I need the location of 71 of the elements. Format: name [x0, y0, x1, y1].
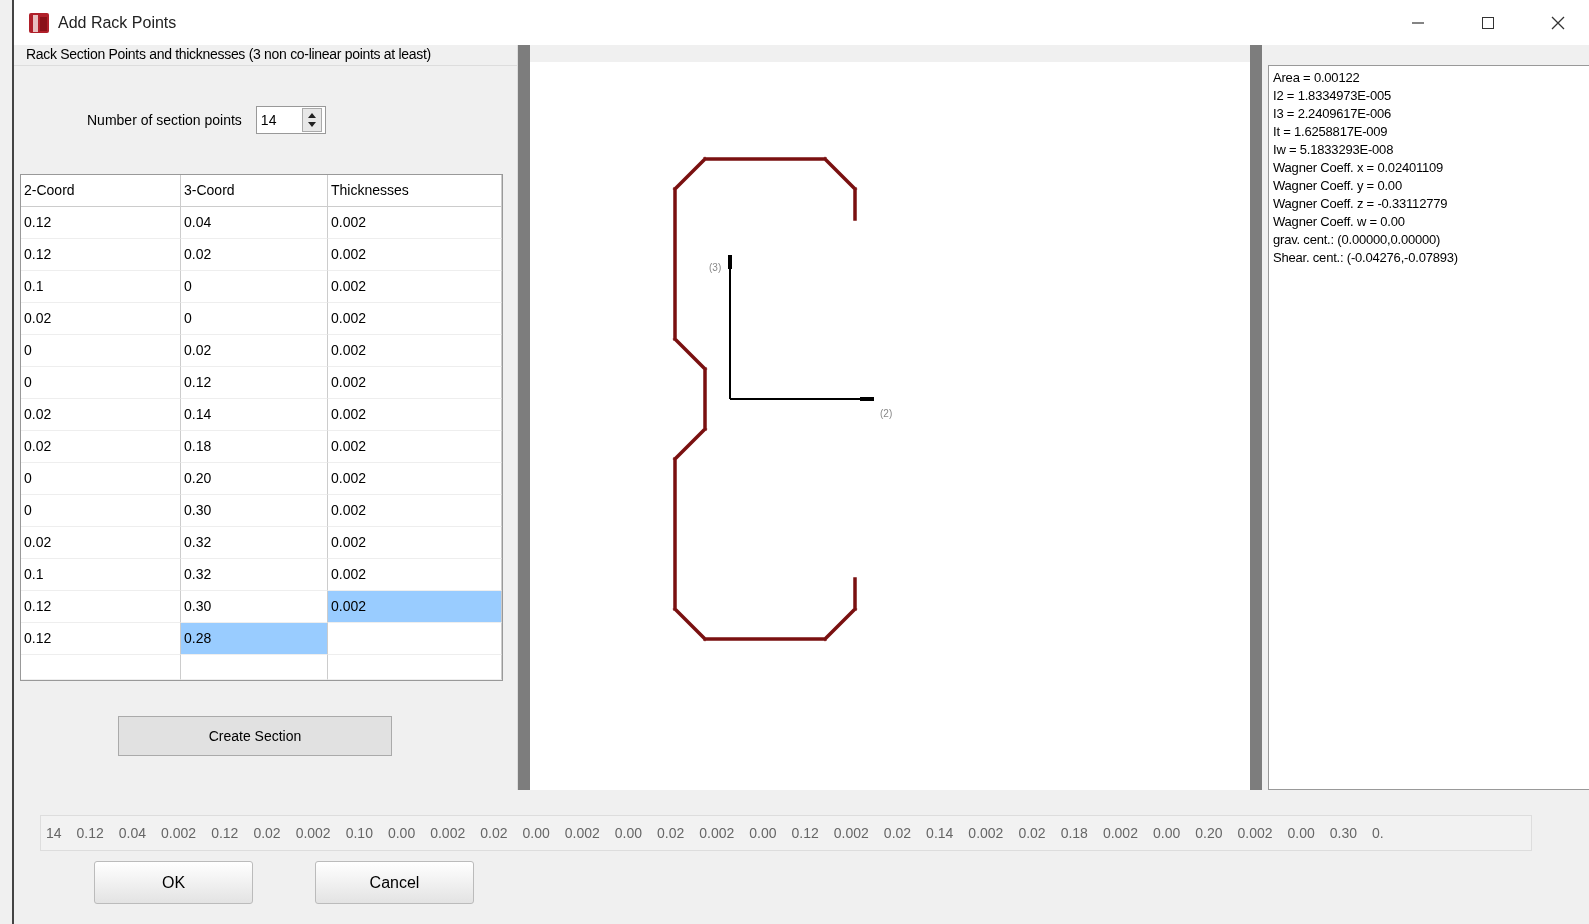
splitter-bar[interactable]: [1250, 45, 1262, 790]
property-line: I3 = 2.2409617E-006: [1273, 105, 1392, 123]
table-cell[interactable]: 0.002: [328, 591, 502, 623]
table-cell[interactable]: 0.1: [21, 559, 181, 591]
property-line: I2 = 1.8334973E-005: [1273, 87, 1392, 105]
table-cell[interactable]: 0.02: [21, 431, 181, 463]
table-cell[interactable]: 0.002: [328, 239, 502, 271]
create-section-button[interactable]: Create Section: [118, 715, 392, 756]
axis-label: (3): [709, 262, 722, 273]
table-cell[interactable]: 0.002: [328, 495, 502, 527]
spin-box[interactable]: 14: [255, 106, 326, 134]
property-line: Wagner Coeff. y = 0.00: [1273, 177, 1403, 195]
table-cell[interactable]: 0.002: [328, 335, 502, 367]
table-cell[interactable]: 0.002: [328, 207, 502, 239]
table-cell[interactable]: 0.002: [328, 399, 502, 431]
property-line: Iw = 5.1833293E-008: [1273, 141, 1395, 159]
splitter-bar[interactable]: [518, 45, 530, 790]
table-cell[interactable]: 0: [21, 495, 181, 527]
table-cell[interactable]: 0: [21, 367, 181, 399]
table-cell[interactable]: 0.32: [181, 559, 328, 591]
cancel-button[interactable]: Cancel: [315, 861, 474, 904]
table-cell[interactable]: 0.12: [21, 207, 181, 239]
empty-cell[interactable]: [21, 655, 181, 680]
axis-label: (2): [880, 408, 893, 419]
table-cell[interactable]: 0.02: [21, 303, 181, 335]
table-cell[interactable]: 0.30: [181, 495, 328, 527]
empty-cell[interactable]: [328, 655, 502, 680]
property-line: Wagner Coeff. w = 0.00: [1273, 213, 1406, 231]
table-cell[interactable]: 0.002: [328, 527, 502, 559]
table-cell[interactable]: 0.12: [21, 591, 181, 623]
table-cell[interactable]: 0.12: [21, 239, 181, 271]
table-cell[interactable]: 0.02: [21, 527, 181, 559]
table-cell[interactable]: 0: [21, 335, 181, 367]
table-cell[interactable]: 0.18: [181, 431, 328, 463]
table-cell[interactable]: 0.002: [328, 271, 502, 303]
table-cell[interactable]: 0.002: [328, 367, 502, 399]
property-line: Wagner Coeff. x = 0.02401109: [1273, 159, 1445, 177]
empty-cell[interactable]: [181, 655, 328, 680]
table-cell[interactable]: 0.02: [21, 399, 181, 431]
field-label: Number of section points: [87, 112, 242, 128]
property-line: grav. cent.: (0.00000,0.00000): [1273, 231, 1442, 249]
group-title: Rack Section Points and thicknesses (3 non co-linear points at least): [14, 45, 517, 66]
table-cell[interactable]: 0.02: [181, 335, 328, 367]
table-cell[interactable]: 0.002: [328, 303, 502, 335]
table-cell[interactable]: 0.002: [328, 463, 502, 495]
data-string-field[interactable]: 14 0.12 0.04 0.002 0.12 0.02 0.002 0.10 0.00 0.002 0.02 0.00 0.002 0.00 0.02 0.002 0.00 0.12 0.002 0.02 0.14 0.002 0.02 0.18 0.002 0.00 0.20 0.002 0.00 0.30 0.: [40, 815, 1532, 851]
table-cell[interactable]: 0.04: [181, 207, 328, 239]
table-cell[interactable]: 0.02: [181, 239, 328, 271]
column-header[interactable]: Thicknesses: [328, 175, 502, 207]
maximize-icon: [1481, 15, 1495, 30]
ok-button[interactable]: OK: [94, 861, 253, 904]
property-line: Wagner Coeff. z = -0.33112779: [1273, 195, 1449, 213]
table-cell[interactable]: 0.002: [328, 431, 502, 463]
table-cell[interactable]: 0: [181, 271, 328, 303]
table-cell[interactable]: 0.32: [181, 527, 328, 559]
table-cell[interactable]: 0.1: [21, 271, 181, 303]
property-line: Area = 0.00122: [1273, 69, 1361, 87]
table-cell[interactable]: 0.20: [181, 463, 328, 495]
property-line: Shear. cent.: (-0.04276,-0.07893): [1273, 249, 1459, 267]
minimize-icon: [1411, 21, 1425, 24]
table-cell[interactable]: 0: [21, 463, 181, 495]
window-title: Add Rack Points: [58, 13, 178, 32]
table-cell[interactable]: 0: [181, 303, 328, 335]
close-icon: [1550, 14, 1566, 31]
table-cell[interactable]: 0.14: [181, 399, 328, 431]
column-header[interactable]: 3-Coord: [181, 175, 328, 207]
app-icon: [28, 11, 50, 34]
column-header[interactable]: 2-Coord: [21, 175, 181, 207]
table-cell[interactable]: 0.12: [181, 367, 328, 399]
property-line: It = 1.6258817E-009: [1273, 123, 1389, 141]
table-cell[interactable]: 0.28: [181, 623, 328, 655]
